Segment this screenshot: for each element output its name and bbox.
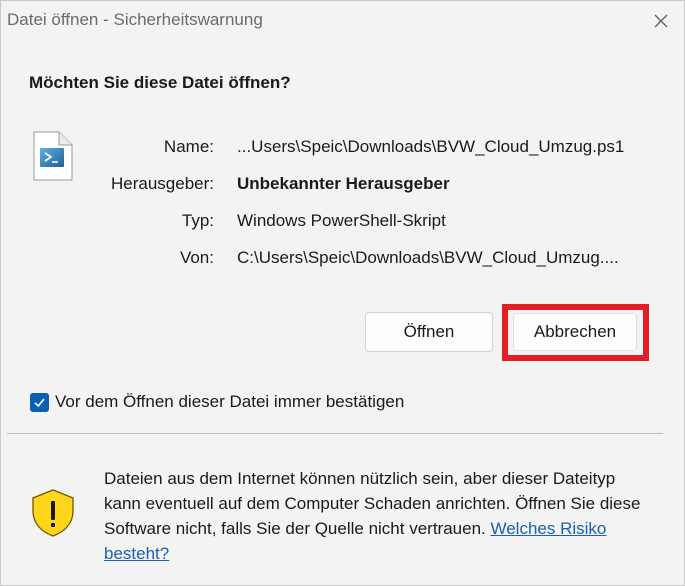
- type-value: Windows PowerShell-Skript: [237, 211, 446, 230]
- publisher-label: Herausgeber:: [110, 174, 214, 193]
- from-value: C:\Users\Speic\Downloads\BVW_Cloud_Umzug…: [237, 248, 619, 267]
- always-confirm-checkbox[interactable]: [30, 393, 49, 412]
- title-bar: Datei öffnen - Sicherheitswarnung: [1, 1, 684, 41]
- close-button[interactable]: [638, 1, 684, 41]
- dialog-question: Möchten Sie diese Datei öffnen?: [29, 73, 291, 92]
- open-button[interactable]: Öffnen: [365, 312, 493, 352]
- publisher-value: Unbekannter Herausgeber: [237, 174, 450, 193]
- always-confirm-label[interactable]: Vor dem Öffnen dieser Datei immer bestät…: [55, 392, 404, 412]
- security-warning-dialog: Datei öffnen - Sicherheitswarnung Möchte…: [0, 0, 685, 586]
- warning-message: Dateien aus dem Internet können nützlich…: [104, 466, 649, 566]
- close-icon: [654, 14, 668, 28]
- window-title: Datei öffnen - Sicherheitswarnung: [7, 10, 263, 29]
- shield-warning-icon: [32, 489, 74, 537]
- divider: [7, 433, 663, 434]
- from-label: Von:: [179, 248, 214, 267]
- cancel-highlight-box: [502, 304, 649, 361]
- name-value: ...Users\Speic\Downloads\BVW_Cloud_Umzug…: [237, 137, 625, 156]
- name-label: Name:: [163, 137, 214, 156]
- type-label: Typ:: [181, 211, 214, 230]
- checkmark-icon: [34, 398, 45, 408]
